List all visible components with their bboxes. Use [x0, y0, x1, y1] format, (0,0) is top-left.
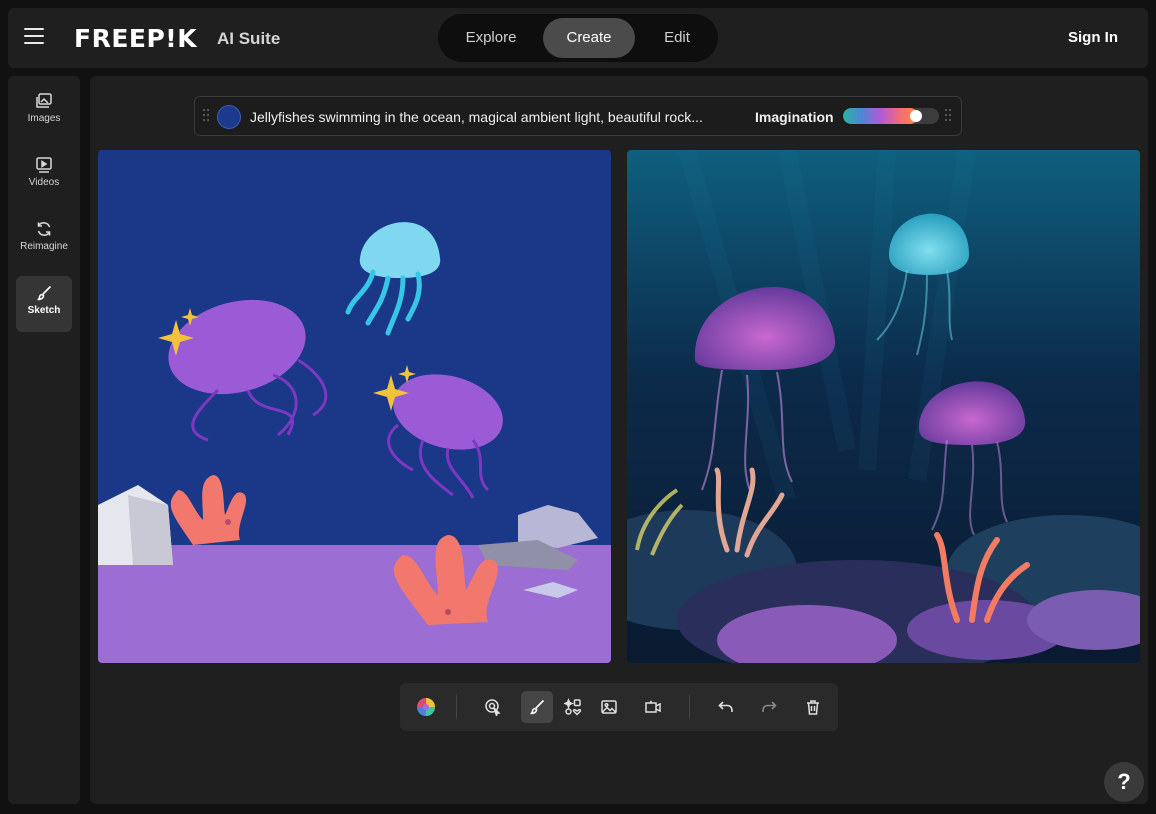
top-bar: FREEP!K AI Suite Explore Create Edit Sig… [8, 8, 1148, 68]
color-wheel-icon [417, 698, 435, 716]
sidebar-item-label: Reimagine [20, 241, 68, 252]
imagination-slider-knob[interactable] [910, 110, 923, 122]
shapes-tool-button[interactable] [557, 691, 589, 723]
select-pointer-icon [485, 699, 501, 716]
drag-handle-icon[interactable] [945, 109, 951, 123]
sidebar-item-label: Videos [28, 177, 60, 188]
imagination-slider-fill [843, 108, 919, 124]
mode-switcher: Explore Create Edit [438, 14, 718, 62]
sidebar-item-label: Images [27, 113, 61, 124]
video-icon [36, 157, 52, 173]
delete-button[interactable] [797, 691, 829, 723]
undo-icon [718, 701, 733, 712]
generated-image-render [627, 150, 1140, 663]
brand-suite-label: AI Suite [217, 29, 281, 48]
refresh-icon [37, 222, 51, 236]
sketch-drawing [98, 150, 611, 663]
color-swatch[interactable] [217, 105, 241, 129]
generated-image[interactable] [627, 150, 1140, 663]
imagination-label: Imagination [755, 109, 834, 125]
redo-icon [762, 701, 777, 712]
undo-button[interactable] [710, 691, 742, 723]
trash-icon [807, 700, 819, 715]
shapes-icon [564, 698, 582, 716]
brand-logo[interactable]: FREEP!K [74, 24, 197, 53]
sidebar-item-label: Sketch [27, 305, 61, 316]
sidebar-item-videos[interactable]: Videos [16, 148, 72, 204]
camera-icon [645, 700, 661, 713]
drawing-toolbar [400, 683, 838, 731]
tab-create[interactable]: Create [543, 18, 635, 58]
images-icon [36, 93, 52, 108]
image-icon [601, 700, 617, 714]
brush-icon [37, 285, 52, 301]
toolbar-divider [689, 695, 690, 719]
sidebar-item-reimagine[interactable]: Reimagine [16, 212, 72, 268]
sketch-canvas[interactable] [98, 150, 611, 663]
sidebar-item-images[interactable]: Images [16, 84, 72, 140]
select-tool-button[interactable] [477, 691, 509, 723]
image-tool-button[interactable] [593, 691, 625, 723]
prompt-bar: Jellyfishes swimming in the ocean, magic… [194, 96, 962, 136]
brush-icon [530, 699, 545, 715]
prompt-input[interactable]: Jellyfishes swimming in the ocean, magic… [250, 109, 745, 125]
help-button[interactable]: ? [1104, 762, 1144, 802]
sidebar: Images Videos Reimagine Sketch [8, 76, 80, 804]
sidebar-item-sketch[interactable]: Sketch [16, 276, 72, 332]
brush-tool-button[interactable] [521, 691, 553, 723]
menu-icon[interactable] [24, 28, 44, 46]
redo-button[interactable] [753, 691, 785, 723]
drag-handle-icon[interactable] [203, 109, 209, 123]
tab-explore[interactable]: Explore [446, 18, 536, 58]
color-wheel-button[interactable] [410, 691, 442, 723]
workspace: Jellyfishes swimming in the ocean, magic… [90, 76, 1148, 804]
imagination-slider[interactable] [843, 108, 939, 124]
sign-in-button[interactable]: Sign In [1068, 29, 1118, 46]
camera-tool-button[interactable] [637, 691, 669, 723]
tab-edit[interactable]: Edit [641, 18, 713, 58]
toolbar-divider [456, 695, 457, 719]
